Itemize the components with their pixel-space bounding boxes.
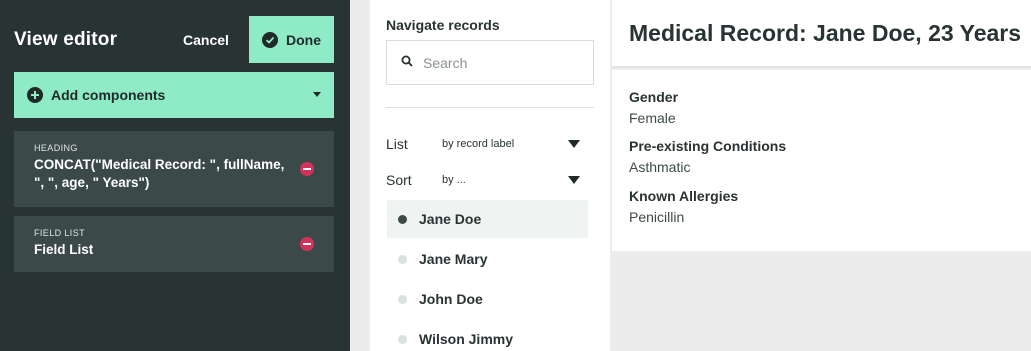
chevron-down-icon[interactable] [313, 92, 321, 97]
record-list-item[interactable]: Wilson Jimmy [387, 320, 588, 351]
view-editor-panel: View editor Cancel Done Add components H… [0, 0, 350, 351]
record-title: Medical Record: Jane Doe, 23 Years [629, 20, 1022, 46]
search-icon [401, 54, 413, 72]
bullet-dot-icon [398, 294, 407, 304]
divider [386, 107, 594, 108]
field-list: Gender Female Pre-existing Conditions As… [612, 70, 1031, 251]
field-value: Female [629, 110, 676, 126]
record-list-item[interactable]: John Doe [387, 280, 588, 318]
component-type-label: HEADING [34, 143, 78, 153]
sort-select-value[interactable]: by ... [442, 174, 466, 186]
search-input[interactable] [423, 54, 583, 71]
navigator-title: Navigate records [386, 17, 500, 33]
record-name: Wilson Jimmy [419, 331, 514, 347]
field-label: Pre-existing Conditions [629, 138, 787, 154]
done-button[interactable]: Done [249, 16, 334, 63]
record-header: Medical Record: Jane Doe, 23 Years [612, 0, 1031, 68]
field-conditions: Pre-existing Conditions Asthmatic [629, 138, 786, 175]
field-value: Asthmatic [629, 159, 691, 175]
check-circle-icon [262, 31, 278, 48]
remove-field-list-icon[interactable] [300, 237, 314, 251]
cancel-button[interactable]: Cancel [172, 16, 240, 63]
record-name: Jane Mary [419, 251, 488, 267]
field-gender: Gender Female [629, 89, 678, 126]
field-label: Gender [629, 89, 679, 105]
record-name: Jane Doe [419, 211, 482, 227]
plus-circle-icon [27, 87, 43, 103]
field-value: Penicillin [629, 209, 685, 225]
triangle-down-icon[interactable] [568, 176, 580, 184]
add-components-button[interactable]: Add components [14, 72, 334, 118]
heading-component-card[interactable]: HEADING CONCAT("Medical Record: ", fullN… [14, 131, 334, 207]
component-value: Field List [34, 242, 94, 257]
bullet-dot-icon [398, 254, 407, 264]
search-box[interactable] [386, 40, 594, 85]
field-list-component-card[interactable]: FIELD LIST Field List [14, 216, 334, 272]
record-list-item[interactable]: Jane Mary [387, 240, 588, 278]
list-select-value[interactable]: by record label [442, 138, 514, 150]
done-button-label: Done [286, 31, 321, 48]
record-name: John Doe [419, 291, 483, 307]
record-list-item[interactable]: Jane Doe [387, 200, 588, 238]
remove-heading-icon[interactable] [300, 162, 314, 176]
editor-title: View editor [14, 29, 118, 50]
add-components-label: Add components [51, 87, 166, 103]
record-navigator-panel: Navigate records List by record label So… [370, 0, 610, 351]
sort-option-row[interactable]: Sort by ... [386, 171, 594, 189]
list-option-row[interactable]: List by record label [386, 135, 594, 153]
field-allergies: Known Allergies Penicillin [629, 188, 738, 225]
triangle-down-icon[interactable] [568, 140, 580, 148]
bullet-dot-icon [398, 214, 407, 224]
record-view-panel: Medical Record: Jane Doe, 23 Years Gende… [612, 0, 1031, 351]
component-value: CONCAT("Medical Record: ", fullName, ", … [34, 157, 285, 190]
component-type-label: FIELD LIST [34, 228, 86, 238]
sort-label: Sort [386, 172, 412, 188]
field-label: Known Allergies [629, 188, 739, 204]
list-label: List [386, 136, 408, 152]
bullet-dot-icon [398, 334, 407, 344]
